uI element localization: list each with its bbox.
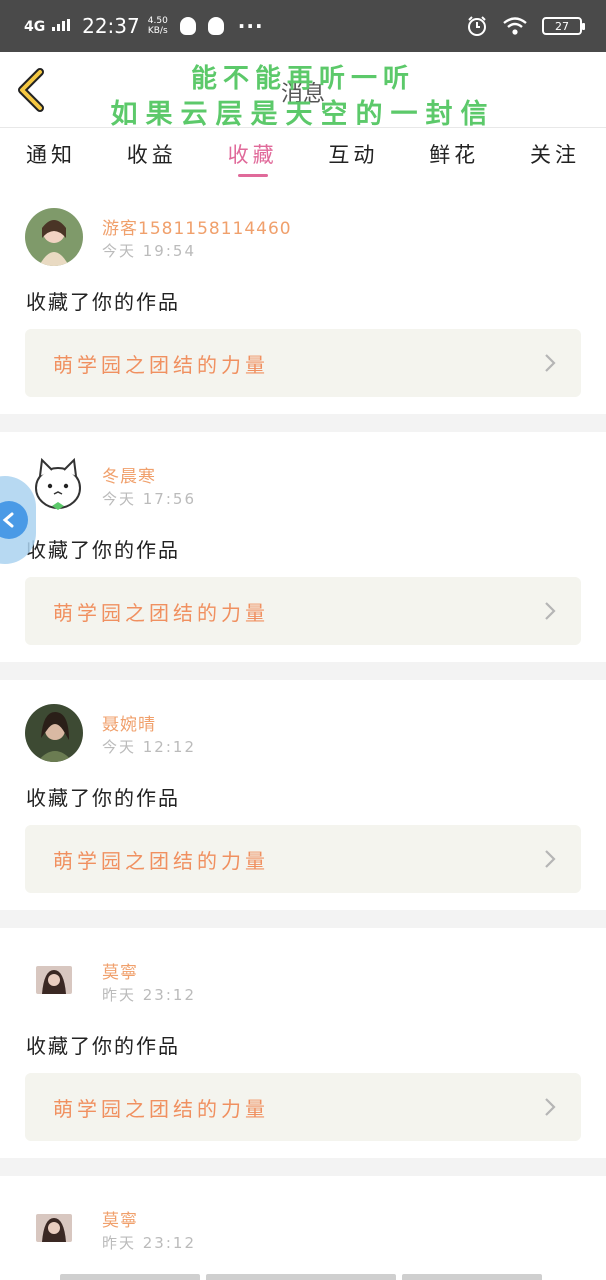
- action-text: 收藏了你的作品: [26, 538, 180, 562]
- network-type: 4G: [24, 18, 46, 35]
- divider: [0, 414, 606, 432]
- tab-flowers[interactable]: 鲜花: [429, 129, 479, 181]
- more-notifications-icon: ···: [237, 14, 264, 38]
- chevron-right-icon: [545, 1098, 556, 1116]
- timestamp: 今天 19:54: [102, 242, 196, 260]
- tab-favorites[interactable]: 收藏: [228, 129, 278, 181]
- action-text: 收藏了你的作品: [26, 786, 180, 810]
- avatar[interactable]: [36, 1214, 72, 1242]
- battery-level: 27: [555, 19, 569, 33]
- action-text: 收藏了你的作品: [26, 1034, 180, 1058]
- list-item: 莫寧 昨天 23:12: [0, 1176, 606, 1266]
- work-title: 萌学园之团结的力量: [53, 848, 269, 873]
- work-card[interactable]: 萌学园之团结的力量: [25, 1073, 581, 1141]
- list-item: 莫寧 昨天 23:12 收藏了你的作品 萌学园之团结的力量: [0, 928, 606, 1158]
- avatar[interactable]: [25, 208, 83, 266]
- status-time: 22:37: [82, 14, 140, 38]
- tab-interactions[interactable]: 互动: [328, 129, 378, 181]
- qq-icon: [207, 17, 224, 35]
- timestamp: 昨天 23:12: [102, 1234, 196, 1252]
- status-left: 4G 22:37 4.50 KB/s ···: [24, 14, 264, 38]
- notification-list: 游客15811581144​60 今天 19:54 收藏了你的作品 萌学园之团结…: [0, 184, 606, 1266]
- alarm-icon: [468, 16, 486, 36]
- work-title: 萌学园之团结的力量: [53, 600, 269, 625]
- work-card[interactable]: 萌学园之团结的力量: [25, 329, 581, 397]
- username[interactable]: 游客15811581144​60: [102, 214, 292, 239]
- timestamp: 今天 12:12: [102, 738, 196, 756]
- signal-icon: [52, 18, 71, 31]
- list-item: 游客15811581144​60 今天 19:54 收藏了你的作品 萌学园之团结…: [0, 184, 606, 414]
- work-title: 萌学园之团结的力量: [53, 352, 269, 377]
- speed-unit: KB/s: [147, 26, 168, 36]
- cat-sticker-icon: [35, 457, 81, 510]
- status-bar: 4G 22:37 4.50 KB/s ··· 27: [0, 0, 606, 52]
- divider: [0, 910, 606, 928]
- divider: [0, 1158, 606, 1176]
- action-text: 收藏了你的作品: [26, 290, 180, 314]
- timestamp: 今天 17:56: [102, 490, 196, 508]
- work-card[interactable]: 萌学园之团结的力量: [25, 577, 581, 645]
- divider: [0, 662, 606, 680]
- avatar[interactable]: [25, 704, 83, 762]
- network-indicator: 4G: [24, 18, 71, 35]
- tab-bar: 通知 收益 收藏 互动 鲜花 关注: [0, 129, 606, 181]
- avatar[interactable]: [36, 966, 72, 994]
- status-right: 27: [466, 15, 585, 37]
- chevron-right-icon: [545, 354, 556, 372]
- wifi-icon: [503, 17, 527, 35]
- partial-content-bars: [60, 1274, 542, 1280]
- work-title: 萌学园之团结的力量: [53, 1096, 269, 1121]
- timestamp: 昨天 23:12: [102, 986, 196, 1004]
- chevron-right-icon: [545, 602, 556, 620]
- tab-notifications[interactable]: 通知: [26, 129, 76, 181]
- work-card[interactable]: 萌学园之团结的力量: [25, 825, 581, 893]
- chevron-right-icon: [545, 850, 556, 868]
- speed-value: 4.50: [147, 16, 168, 26]
- list-item: 冬晨寒 今天 17:56 收藏了你的作品 萌学园之团结的力量: [0, 432, 606, 662]
- username[interactable]: 冬晨寒: [102, 462, 156, 487]
- overlay-lyric-line-2: 如果云层是天空的一封信: [110, 99, 496, 130]
- header: 消息 能不能再听一听 如果云层是天空的一封信: [0, 52, 606, 130]
- float-back-icon: [0, 501, 28, 539]
- network-speed: 4.50 KB/s: [148, 16, 168, 36]
- username[interactable]: 莫寧: [102, 1206, 138, 1231]
- username[interactable]: 莫寧: [102, 958, 138, 983]
- overlay-lyric-line-1: 能不能再听一听: [190, 64, 415, 94]
- battery-icon: 27: [542, 17, 585, 35]
- qq-icon: [179, 17, 196, 35]
- list-item: 聂婉晴 今天 12:12 收藏了你的作品 萌学园之团结的力量: [0, 680, 606, 910]
- tab-follows[interactable]: 关注: [530, 129, 580, 181]
- tab-earnings[interactable]: 收益: [127, 129, 177, 181]
- username[interactable]: 聂婉晴: [102, 710, 156, 735]
